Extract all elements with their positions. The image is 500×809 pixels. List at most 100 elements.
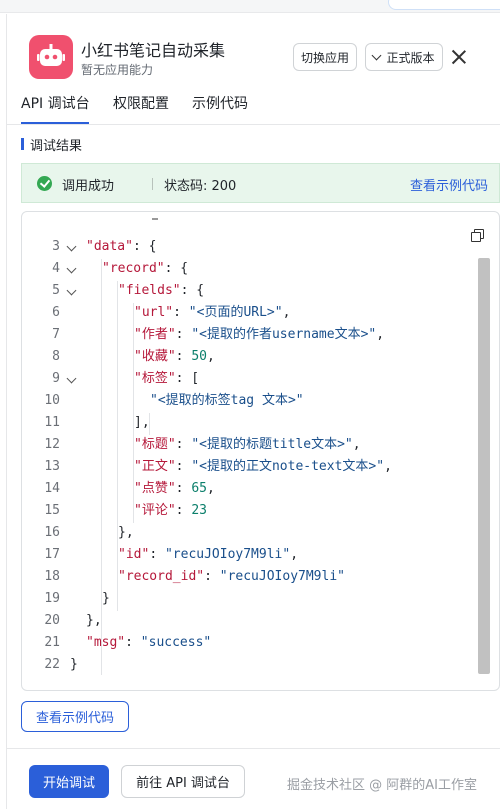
code-line: 18 "record_id": "recuJOIoy7M9li" (22, 566, 462, 588)
code-text: "data": { (86, 239, 157, 254)
chevron-down-icon (372, 50, 382, 60)
code-line: 4 "record": { (22, 258, 462, 280)
line-number: 18 (44, 569, 60, 584)
goto-api-console-label: 前往 API 调试台 (136, 776, 230, 791)
watermark: 掘金技术社区 @ 阿群的AI工作室 (287, 778, 477, 793)
top-pill (388, 0, 500, 10)
code-line: 14 "点赞": 65, (22, 478, 462, 500)
switch-app-button[interactable]: 切换应用 (293, 43, 357, 71)
status-result: 调用成功 (62, 179, 115, 194)
line-number: 13 (44, 459, 60, 474)
code-text: } (102, 591, 110, 606)
line-number: 7 (52, 327, 60, 342)
line-number: 20 (44, 613, 60, 628)
code-text: "正文": "<提取的正文note-text文本>", (134, 459, 392, 474)
code-text: "标题": "<提取的标题title文本>", (134, 437, 361, 452)
fold-chevron-icon[interactable] (66, 285, 77, 296)
response-code-box: 3 "data": { 4 "record": { 5 "fields": { 6 "url"… (21, 211, 500, 691)
tab-permissions[interactable]: 权限配置 (113, 93, 169, 113)
view-sample-code-label: 查看示例代码 (35, 711, 114, 726)
line-number: 6 (52, 305, 60, 320)
start-debug-button[interactable]: 开始调试 (29, 765, 109, 798)
code-text: }, (118, 525, 134, 540)
code-text: "收藏": 50, (134, 349, 215, 364)
goto-api-console-button[interactable]: 前往 API 调试台 (121, 765, 245, 798)
code-line: 22} (22, 654, 462, 676)
section-title: 调试结果 (30, 139, 83, 154)
code-text: "url": "<页面的URL>", (134, 305, 291, 320)
code-text: "msg": "success" (86, 635, 212, 650)
code-text: }, (86, 613, 102, 628)
code-text: "标签": [ (134, 371, 200, 386)
code-line: 11], (22, 412, 462, 434)
code-line: 20}, (22, 610, 462, 632)
line-number: 10 (44, 393, 60, 408)
code-text: "评论": 23 (134, 503, 207, 518)
view-sample-link[interactable]: 查看示例代码 (410, 175, 488, 194)
status-banner: 调用成功 状态码: 200 查看示例代码 (21, 163, 500, 203)
line-number: 12 (44, 437, 60, 452)
fold-chevron-icon[interactable] (66, 241, 77, 252)
status-code: 状态码: 200 (164, 179, 237, 194)
line-number: 11 (44, 415, 60, 430)
line-number: 21 (44, 635, 60, 650)
code-text: "id": "recuJOIoy7M9li", (118, 547, 299, 562)
copy-icon[interactable] (469, 227, 487, 245)
version-label: 正式版本 (386, 50, 435, 65)
app-title: 小红书笔记自动采集 (81, 41, 226, 60)
code-line: 17 "id": "recuJOIoy7M9li", (22, 544, 462, 566)
code-line: 6 "url": "<页面的URL>", (22, 302, 462, 324)
code-line: 16}, (22, 522, 462, 544)
code-line: 7 "作者": "<提取的作者username文本>", (22, 324, 462, 346)
code-line: 13 "正文": "<提取的正文note-text文本>", (22, 456, 462, 478)
code-text: "<提取的标签tag 文本>" (150, 393, 304, 408)
code-line: 9 "标签": [ (22, 368, 462, 390)
close-icon[interactable] (449, 47, 469, 67)
code-line: 19} (22, 588, 462, 610)
line-number: 5 (52, 283, 60, 298)
code-line: 3 "data": { (22, 236, 462, 258)
line-number: 8 (52, 349, 60, 364)
code-line: 15 "评论": 23 (22, 500, 462, 522)
start-debug-label: 开始调试 (42, 776, 95, 791)
top-strip (0, 0, 500, 13)
line-number: 14 (44, 481, 60, 496)
code-text: } (70, 657, 78, 672)
line-number: 16 (44, 525, 60, 540)
tabs-divider (7, 124, 500, 125)
line-number: 22 (44, 657, 60, 672)
clipped-text (152, 218, 158, 220)
tab-api-console[interactable]: API 调试台 (21, 93, 90, 113)
tab-sample-code[interactable]: 示例代码 (192, 93, 248, 113)
status-divider (152, 178, 153, 190)
code-line: 21 "msg": "success" (22, 632, 462, 654)
code-line: 5 "fields": { (22, 280, 462, 302)
code-text: "fields": { (118, 283, 205, 298)
section-marker (21, 138, 24, 150)
version-dropdown[interactable]: 正式版本 (365, 43, 443, 71)
line-number: 15 (44, 503, 60, 518)
line-number: 19 (44, 591, 60, 606)
line-number: 3 (52, 239, 60, 254)
panel-edge (6, 14, 7, 809)
code-text: "record": { (102, 261, 189, 276)
code-text: ], (134, 415, 150, 430)
switch-app-label: 切换应用 (300, 50, 349, 65)
footer-divider (7, 748, 500, 749)
vertical-scrollbar[interactable] (478, 258, 490, 674)
line-number: 17 (44, 547, 60, 562)
code-line: 12 "标题": "<提取的标题title文本>", (22, 434, 462, 456)
app-subtitle: 暂无应用能力 (81, 63, 154, 77)
code-text: "点赞": 65, (134, 481, 215, 496)
code-line: 10 "<提取的标签tag 文本>" (22, 390, 462, 412)
line-number: 9 (52, 371, 60, 386)
fold-chevron-icon[interactable] (66, 263, 77, 274)
check-circle-icon (37, 176, 52, 191)
view-sample-code-button[interactable]: 查看示例代码 (21, 701, 129, 732)
code-line: 8 "收藏": 50, (22, 346, 462, 368)
fold-chevron-icon[interactable] (66, 373, 77, 384)
robot-icon (29, 35, 73, 79)
code-text: "作者": "<提取的作者username文本>", (134, 327, 385, 342)
code-text: "record_id": "recuJOIoy7M9li" (118, 569, 345, 584)
line-number: 4 (52, 261, 60, 276)
